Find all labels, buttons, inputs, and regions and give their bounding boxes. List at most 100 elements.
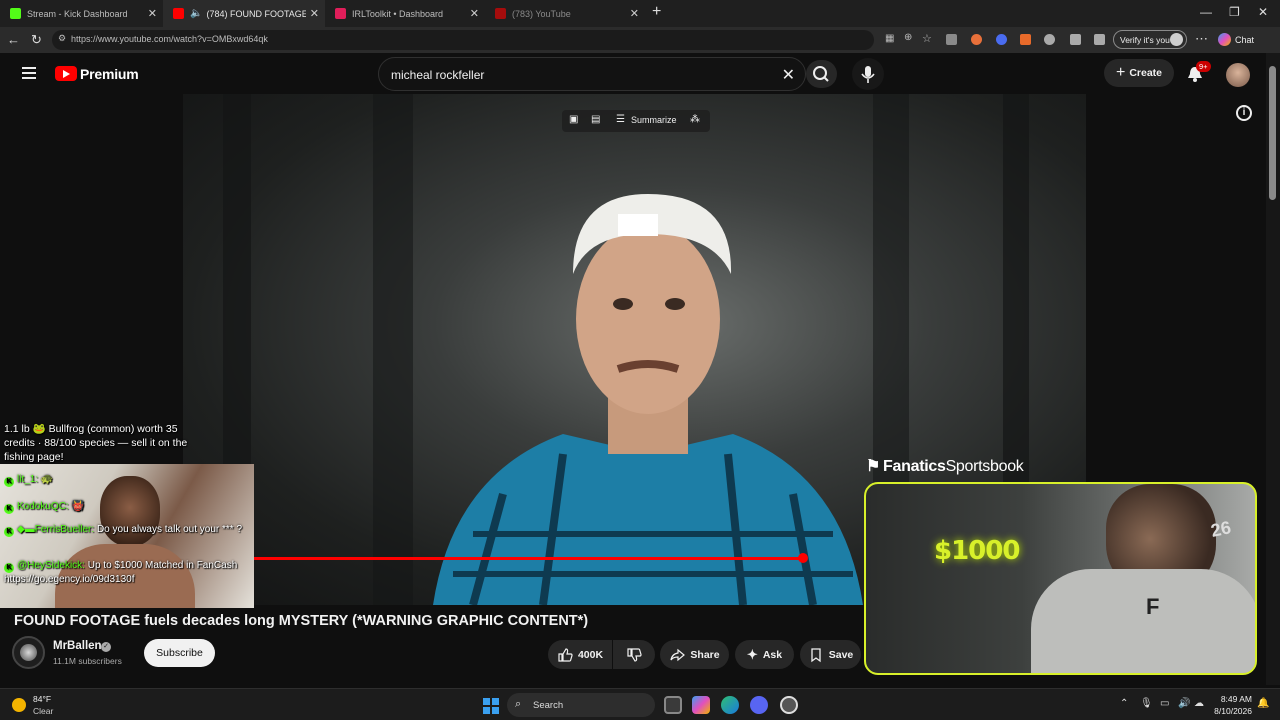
subscribe-button[interactable]: Subscribe <box>144 639 215 667</box>
forest-tree <box>373 94 413 605</box>
search-icon <box>813 66 829 82</box>
show-hidden-icons-icon[interactable]: ⌃ <box>1120 698 1128 709</box>
app-install-icon[interactable]: ▦ <box>885 33 894 44</box>
clear-search-icon[interactable]: ✕ <box>782 65 795 85</box>
picture-in-picture-icon[interactable]: ▣ <box>569 114 578 125</box>
tab-close-icon[interactable]: ✕ <box>470 7 479 20</box>
scrollbar-thumb[interactable] <box>1269 66 1276 200</box>
save-label: Save <box>828 648 854 661</box>
fanatics-ad-panel: $1000 F 26 <box>864 482 1257 675</box>
ask-button[interactable]: ✦ Ask <box>735 640 794 669</box>
browser-tab-youtube[interactable]: (783) YouTube ✕ <box>485 0 645 27</box>
youtube-logo-icon[interactable] <box>55 66 77 81</box>
tab-title: IRLToolkit • Dashboard <box>352 8 444 19</box>
cast-icon[interactable]: ▤ <box>591 114 600 125</box>
reload-icon[interactable]: ↻ <box>31 32 42 48</box>
bookmark-icon <box>811 647 821 662</box>
dislike-button[interactable] <box>613 640 655 669</box>
extensions-icon[interactable] <box>1070 34 1081 45</box>
task-view-icon[interactable] <box>664 696 682 714</box>
taskbar-search[interactable]: ⌕ Search <box>507 693 655 717</box>
favorites-icon[interactable] <box>1094 34 1105 45</box>
chat-text: 🐢 <box>40 474 54 485</box>
tab-title: (784) FOUND FOOTAGE fuels <box>206 8 307 19</box>
user-avatar[interactable] <box>1226 63 1250 87</box>
summarize-icon[interactable]: ☰ <box>616 114 625 125</box>
youtube-icon <box>173 8 184 19</box>
back-arrow-icon[interactable]: ← <box>7 32 20 47</box>
tab-close-icon[interactable]: ✕ <box>310 7 319 20</box>
verify-profile-button[interactable]: Verify it's you <box>1113 30 1187 49</box>
chat-username: @HeySidekick: <box>17 560 85 571</box>
share-icon <box>670 648 686 661</box>
extension-fox-icon[interactable] <box>971 34 982 45</box>
chat-message: Klit_1: 🐢 <box>4 473 244 487</box>
channel-name[interactable]: MrBallen <box>53 640 102 652</box>
browser-tab-kick[interactable]: Stream - Kick Dashboard ✕ <box>0 0 163 27</box>
ask-label: Ask <box>762 648 783 661</box>
edge-browser-icon[interactable] <box>721 696 739 714</box>
url-bar[interactable]: ⚙ https://www.youtube.com/watch?v=OMBxwd… <box>52 30 932 50</box>
extension-shield-icon[interactable] <box>946 34 957 45</box>
microphone-tray-icon[interactable]: 🎙 <box>1140 698 1153 709</box>
zoom-icon[interactable]: ⊕ <box>904 32 912 43</box>
speaker-icon[interactable]: 🔈 <box>190 8 202 19</box>
chat-message: K ◆▬FerrisBueller: Do you always talk out… <box>4 523 244 537</box>
favorite-star-icon[interactable]: ☆ <box>922 32 932 45</box>
info-icon[interactable]: i <box>1236 105 1252 121</box>
helmet-number: 26 <box>1209 517 1233 541</box>
microphone-icon <box>861 66 875 83</box>
youtube-premium-brand[interactable]: Premium <box>80 66 139 82</box>
minimize-button[interactable]: — <box>1200 5 1212 19</box>
windows-start-icon[interactable] <box>483 698 499 714</box>
fanatics-flag-icon: ⚑ <box>866 458 881 475</box>
restore-button[interactable]: ❐ <box>1229 5 1240 19</box>
channel-avatar[interactable] <box>12 636 45 669</box>
chat-username: FerrisBueller: <box>34 524 95 535</box>
notification-badge: 9+ <box>1196 61 1211 72</box>
irltoolkit-icon <box>335 8 346 19</box>
search-icon: ⌕ <box>515 698 522 710</box>
refresh-extension-icon[interactable] <box>1044 34 1055 45</box>
notification-center-icon[interactable]: 🔔 <box>1257 698 1269 709</box>
browser-tab-youtube-video[interactable]: 🔈 (784) FOUND FOOTAGE fuels ✕ <box>163 0 325 27</box>
battery-icon[interactable]: ☁ <box>1194 698 1204 709</box>
search-box[interactable]: micheal rockfeller ✕ <box>378 57 806 91</box>
chat-text: Do you always talk out your *** ? <box>96 524 243 535</box>
video-progress-bar[interactable] <box>254 557 802 560</box>
url-text: https://www.youtube.com/watch?v=OMBxwd64… <box>71 34 268 44</box>
translate-icon[interactable]: ⁂ <box>690 114 700 125</box>
search-input[interactable]: micheal rockfeller <box>391 68 484 82</box>
volume-icon[interactable]: 🔊 <box>1178 698 1190 709</box>
new-tab-button[interactable]: + <box>652 3 661 21</box>
voice-search-button[interactable] <box>852 58 884 90</box>
verified-check-icon: ✓ <box>101 642 111 652</box>
browser-tab-irltoolkit[interactable]: IRLToolkit • Dashboard ✕ <box>325 0 485 27</box>
fanatics-brand: Fanatics <box>883 458 946 475</box>
copilot-app-icon[interactable] <box>692 696 710 714</box>
summarize-button[interactable]: Summarize <box>631 115 677 125</box>
like-button[interactable]: 400K <box>548 640 612 669</box>
network-icon[interactable]: ▭ <box>1160 698 1169 709</box>
obs-icon[interactable] <box>780 696 798 714</box>
system-clock[interactable]: 8:49 AM 8/10/2026 <box>1208 693 1252 717</box>
progress-scrubber[interactable] <box>798 553 808 563</box>
windows-taskbar: 84°F Clear ⌕ Search ⌃ 🎙 ▭ 🔊 ☁ 8:49 AM 8/… <box>0 688 1280 720</box>
hamburger-menu-icon[interactable] <box>22 67 36 79</box>
search-button[interactable] <box>806 60 837 88</box>
save-button[interactable]: Save <box>800 640 861 669</box>
more-menu-icon[interactable]: ⋯ <box>1195 31 1208 47</box>
discord-icon[interactable] <box>750 696 768 714</box>
download-icon[interactable] <box>1020 34 1031 45</box>
extension-circle-icon[interactable] <box>996 34 1007 45</box>
weather-condition: Clear <box>33 706 54 716</box>
tab-close-icon[interactable]: ✕ <box>630 7 639 20</box>
thumbs-down-icon <box>627 647 642 662</box>
site-info-icon[interactable]: ⚙ <box>58 33 66 44</box>
create-button[interactable]: + Create <box>1104 59 1174 87</box>
tab-close-icon[interactable]: ✕ <box>148 7 157 20</box>
close-window-button[interactable]: ✕ <box>1258 5 1268 19</box>
share-button[interactable]: Share <box>660 640 729 669</box>
fishing-notification: 1.1 lb 🐸 Bullfrog (common) worth 35 cred… <box>4 423 188 463</box>
copilot-chat-button[interactable]: Chat <box>1218 33 1254 46</box>
